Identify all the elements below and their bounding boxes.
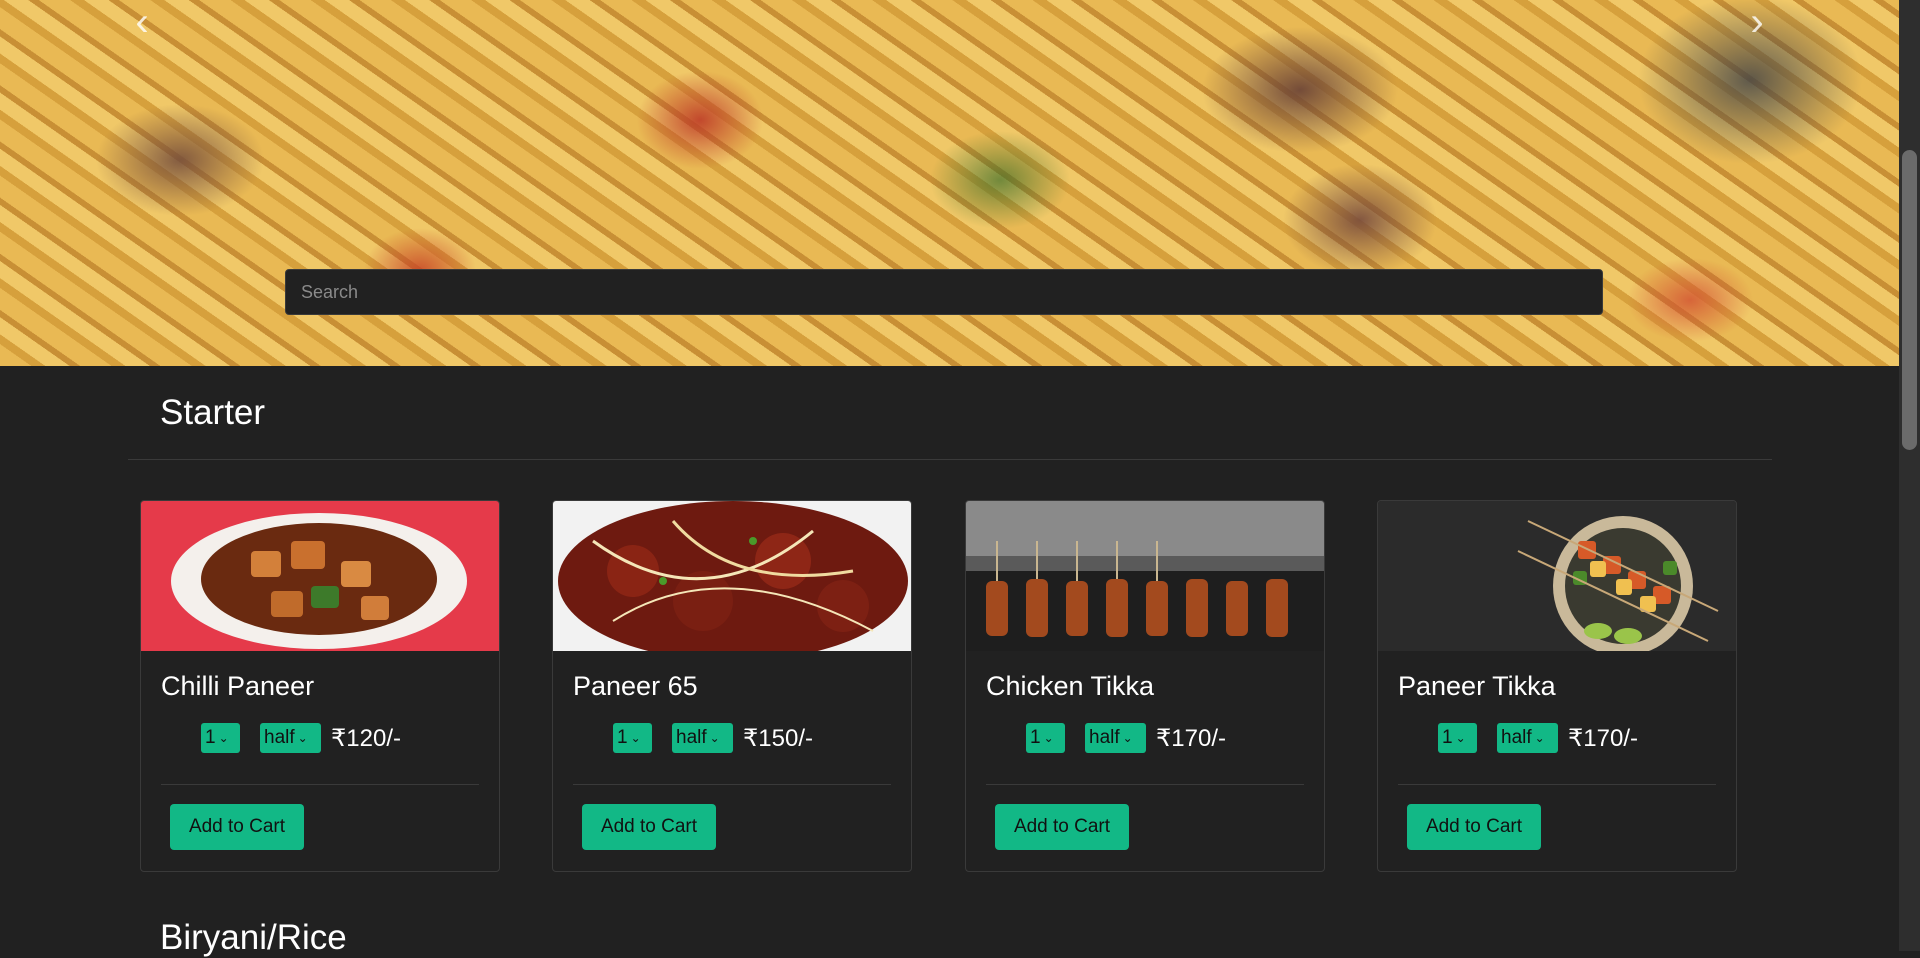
page-scrollbar[interactable] <box>1899 0 1920 951</box>
dish-name: Chilli Paneer <box>161 671 315 701</box>
menu-card-paneer-65: Paneer 65 1 ⌄ half ⌄ ₹150/- Add to Cart <box>552 500 912 872</box>
order-controls: 1 ⌄ half ⌄ ₹170/- <box>1438 723 1638 753</box>
quantity-select[interactable]: 1 ⌄ <box>613 723 652 753</box>
chevron-down-icon: ⌄ <box>1043 731 1054 745</box>
card-divider <box>573 784 891 785</box>
quantity-select[interactable]: 1 ⌄ <box>1026 723 1065 753</box>
menu-card-chicken-tikka: Chicken Tikka 1 ⌄ half ⌄ ₹170/- Add to Car… <box>965 500 1325 872</box>
order-controls: 1 ⌄ half ⌄ ₹120/- <box>201 723 401 753</box>
card-divider <box>1398 784 1716 785</box>
portion-value: half <box>1089 727 1120 748</box>
dish-name: Chicken Tikka <box>986 671 1155 701</box>
dish-price: ₹150/- <box>743 724 813 752</box>
quantity-value: 1 <box>1442 727 1453 748</box>
dish-price: ₹120/- <box>331 724 401 752</box>
chevron-down-icon: ⌄ <box>630 731 641 745</box>
dish-name: Paneer 65 <box>573 671 698 701</box>
chevron-down-icon: ⌄ <box>218 731 229 745</box>
scrollbar-thumb[interactable] <box>1902 150 1917 450</box>
carousel-next-icon[interactable]: › <box>1737 2 1777 42</box>
dish-price: ₹170/- <box>1568 724 1638 752</box>
portion-select[interactable]: half ⌄ <box>1497 723 1558 753</box>
add-to-cart-button[interactable]: Add to Cart <box>582 804 716 850</box>
dish-image <box>966 501 1324 651</box>
quantity-value: 1 <box>617 727 628 748</box>
dish-price: ₹170/- <box>1156 724 1226 752</box>
dish-image <box>141 501 499 651</box>
portion-select[interactable]: half ⌄ <box>1085 723 1146 753</box>
chevron-down-icon: ⌄ <box>1122 731 1133 745</box>
quantity-select[interactable]: 1 ⌄ <box>1438 723 1477 753</box>
quantity-value: 1 <box>205 727 216 748</box>
chevron-down-icon: ⌄ <box>1455 731 1466 745</box>
add-to-cart-button[interactable]: Add to Cart <box>170 804 304 850</box>
section-title-biryani-rice: Biryani/Rice <box>160 918 347 957</box>
chevron-down-icon: ⌄ <box>1534 731 1545 745</box>
search-input[interactable] <box>285 269 1603 315</box>
carousel-prev-icon[interactable]: ‹ <box>122 2 162 42</box>
menu-card-chilli-paneer: Chilli Paneer 1 ⌄ half ⌄ ₹120/- Add to Car… <box>140 500 500 872</box>
hero-carousel: ‹ › <box>0 0 1899 366</box>
portion-value: half <box>1501 727 1532 748</box>
card-divider <box>986 784 1304 785</box>
order-controls: 1 ⌄ half ⌄ ₹150/- <box>613 723 813 753</box>
chevron-down-icon: ⌄ <box>709 731 720 745</box>
quantity-value: 1 <box>1030 727 1041 748</box>
chevron-down-icon: ⌄ <box>297 731 308 745</box>
section-divider <box>128 459 1772 460</box>
dish-image <box>553 501 911 651</box>
portion-value: half <box>676 727 707 748</box>
order-controls: 1 ⌄ half ⌄ ₹170/- <box>1026 723 1226 753</box>
menu-card-paneer-tikka: Paneer Tikka 1 ⌄ half ⌄ ₹170/- Add to Cart <box>1377 500 1737 872</box>
dish-image <box>1378 501 1736 651</box>
card-divider <box>161 784 479 785</box>
portion-select[interactable]: half ⌄ <box>672 723 733 753</box>
add-to-cart-button[interactable]: Add to Cart <box>995 804 1129 850</box>
section-title-starter: Starter <box>160 393 266 432</box>
portion-value: half <box>264 727 295 748</box>
dish-name: Paneer Tikka <box>1398 671 1556 701</box>
portion-select[interactable]: half ⌄ <box>260 723 321 753</box>
quantity-select[interactable]: 1 ⌄ <box>201 723 240 753</box>
add-to-cart-button[interactable]: Add to Cart <box>1407 804 1541 850</box>
